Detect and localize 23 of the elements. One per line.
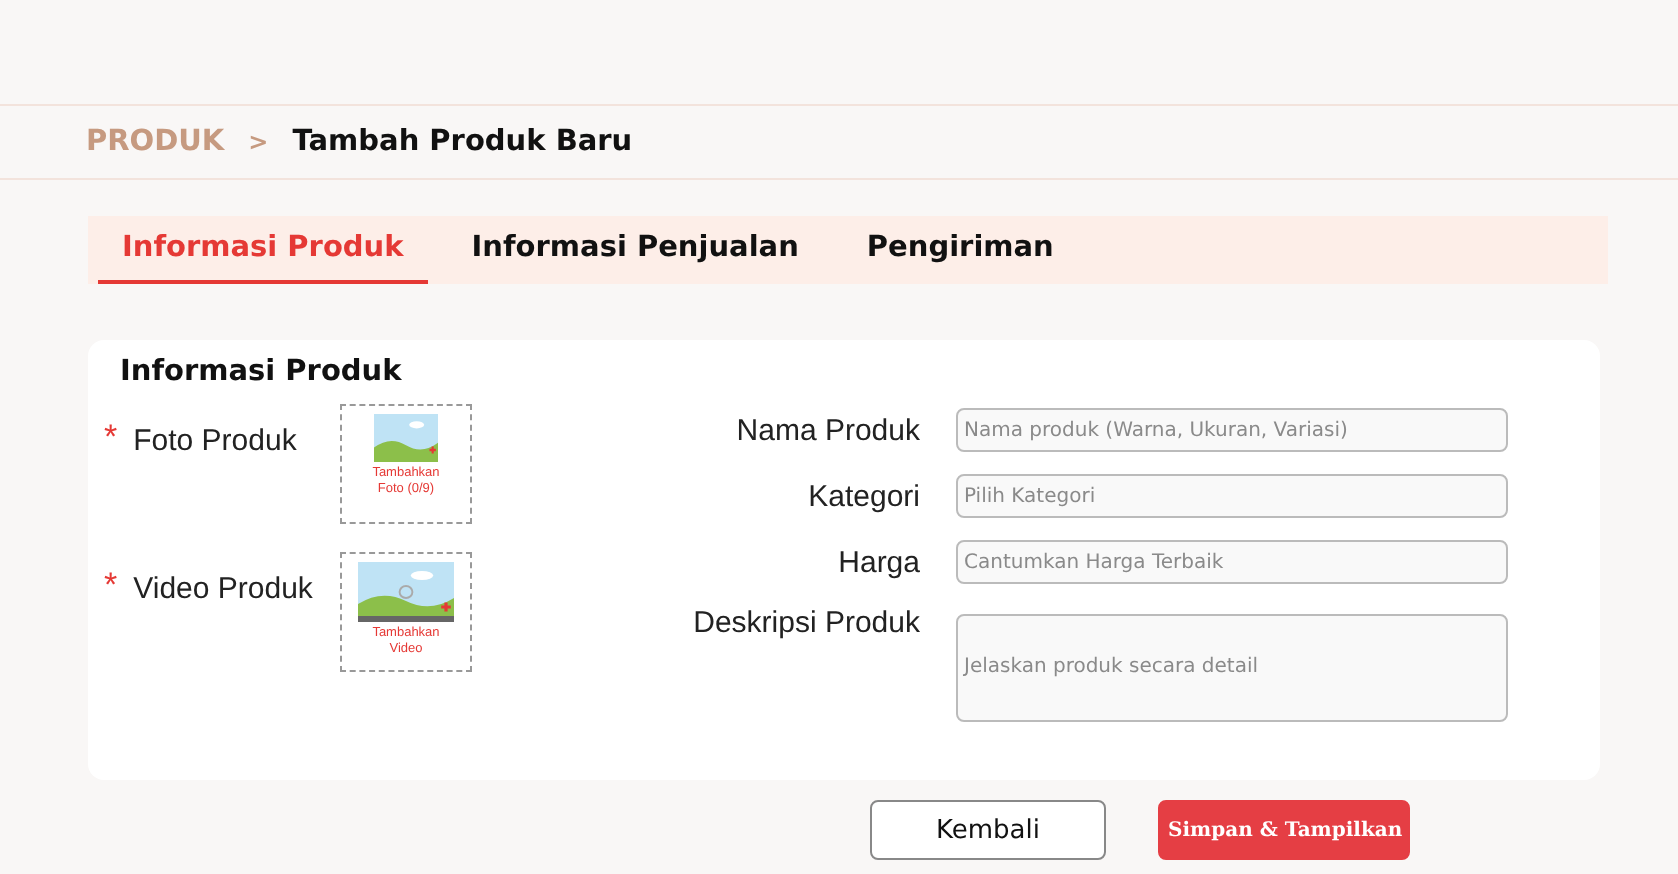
breadcrumb-separator: > (248, 128, 269, 156)
required-mark: * (104, 424, 118, 458)
description-field[interactable]: Jelaskan produk secara detail (956, 614, 1508, 722)
page-title: Tambah Produk Baru (292, 126, 633, 158)
input-field[interactable]: Nama produk (Warna, Ukuran, Variasi) (956, 408, 1508, 452)
section-title: Informasi Produk (120, 356, 404, 388)
field-label: Video Produk (133, 572, 313, 606)
tab[interactable]: Informasi Produk (98, 216, 428, 284)
input-field[interactable]: Pilih Kategori (956, 474, 1508, 518)
input-field[interactable]: Cantumkan Harga Terbaik (956, 540, 1508, 584)
breadcrumb-link[interactable]: PRODUK (86, 126, 225, 158)
tab[interactable]: Informasi Penjualan (447, 216, 823, 284)
image-icon (358, 562, 454, 622)
field-label: Harga (836, 545, 920, 579)
save-button[interactable]: Simpan & Tampilkan (1158, 800, 1410, 860)
field-label: Kategori (806, 479, 920, 513)
field-label: Foto Produk (133, 424, 297, 458)
back-button[interactable]: Kembali (870, 800, 1106, 860)
tab[interactable]: Pengiriman (842, 216, 1078, 284)
image-icon (374, 414, 438, 462)
required-mark: * (104, 572, 118, 606)
field-label: Nama Produk (734, 413, 920, 447)
field-label: Deskripsi Produk (691, 606, 920, 640)
